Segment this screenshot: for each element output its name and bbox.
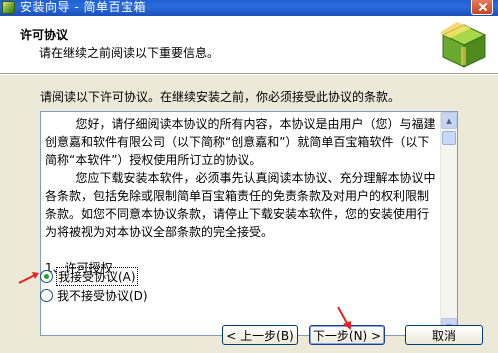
- back-button[interactable]: < 上一步(B): [222, 325, 298, 345]
- page-subtitle: 请在继续之前阅读以下重要信息。: [39, 46, 220, 60]
- wizard-header: 许可协议 请在继续之前阅读以下重要信息。: [0, 16, 498, 74]
- scroll-up-arrow-icon[interactable]: ▲: [441, 112, 457, 129]
- app-icon: [2, 1, 15, 14]
- red-arrow-annotation-icon: [337, 306, 351, 330]
- accept-option[interactable]: 我接受协议(A): [40, 266, 138, 286]
- intro-text: 请阅读以下许可协议。在继续安装之前，你必须接受此协议的条款。: [40, 90, 401, 104]
- close-button[interactable]: [471, 0, 493, 15]
- scroll-thumb[interactable]: [442, 131, 456, 145]
- accept-label[interactable]: 我接受协议(A): [56, 266, 138, 286]
- decline-option[interactable]: 我不接受协议(D): [40, 287, 148, 304]
- wizard-footer: < 上一步(B) 下一步(N) > 取消: [0, 306, 498, 353]
- page-title: 许可协议: [20, 28, 69, 42]
- accept-radio[interactable]: [40, 269, 53, 283]
- decline-radio[interactable]: [40, 288, 53, 302]
- window-titlebar[interactable]: 安装向导 - 简单百宝箱: [0, 0, 498, 16]
- treasure-box-icon: [441, 22, 487, 68]
- window-title: 安装向导 - 简单百宝箱: [20, 0, 146, 14]
- decline-label[interactable]: 我不接受协议(D): [57, 287, 148, 304]
- wizard-body: 请阅读以下许可协议。在继续安装之前，你必须接受此协议的条款。 您好，请仔细阅读本…: [0, 75, 498, 353]
- cancel-button[interactable]: 取消: [405, 325, 483, 345]
- red-arrow-annotation-icon: [18, 272, 39, 284]
- license-scrollbar[interactable]: ▲ ▼: [440, 112, 457, 335]
